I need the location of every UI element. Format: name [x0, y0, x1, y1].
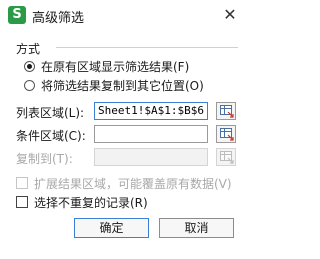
criteria-range-input[interactable] [94, 125, 208, 143]
unique-records-option[interactable]: 选择不重复的记录(R) [16, 194, 148, 210]
radio-button-selected[interactable] [24, 60, 35, 72]
dialog-title: 高级筛选 [32, 11, 85, 26]
unique-records-label: 选择不重复的记录(R) [34, 195, 148, 210]
cancel-button[interactable]: 取消 [159, 218, 234, 238]
extend-range-checkbox [16, 177, 28, 189]
ok-button[interactable]: 确定 [74, 218, 149, 238]
radio-label: 在原有区域显示筛选结果(F) [41, 59, 190, 74]
range-picker-icon [220, 151, 234, 164]
wps-spreadsheet-icon: S [8, 6, 26, 24]
group-divider [56, 47, 238, 48]
range-picker-icon [220, 105, 234, 118]
advanced-filter-dialog: S 高级筛选 ✕ 方式 在原有区域显示筛选结果(F) 将筛选结果复制到其它位置(… [0, 0, 271, 259]
radio-button[interactable] [24, 79, 35, 91]
copy-to-picker-button [216, 148, 236, 166]
copy-to-input [94, 148, 208, 166]
criteria-range-label: 条件区域(C): [16, 129, 86, 143]
list-range-input[interactable]: Sheet1!$A$1:$B$6 [94, 102, 208, 120]
method-group-label: 方式 [16, 42, 41, 56]
list-range-label: 列表区域(L): [16, 106, 85, 120]
extend-range-option: 扩展结果区域，可能覆盖原有数据(V) [16, 175, 232, 191]
list-range-picker-button[interactable] [216, 102, 236, 120]
radio-label: 将筛选结果复制到其它位置(O) [41, 78, 204, 93]
radio-filter-in-place[interactable]: 在原有区域显示筛选结果(F) [24, 58, 189, 74]
unique-records-checkbox[interactable] [16, 196, 28, 208]
criteria-range-picker-button[interactable] [216, 125, 236, 143]
copy-to-label: 复制到(T): [16, 152, 73, 166]
extend-range-label: 扩展结果区域，可能覆盖原有数据(V) [34, 176, 232, 191]
radio-copy-to-location[interactable]: 将筛选结果复制到其它位置(O) [24, 77, 204, 93]
title-bar: S 高级筛选 ✕ [0, 0, 271, 30]
close-icon[interactable]: ✕ [219, 4, 241, 26]
range-picker-icon [220, 128, 234, 141]
